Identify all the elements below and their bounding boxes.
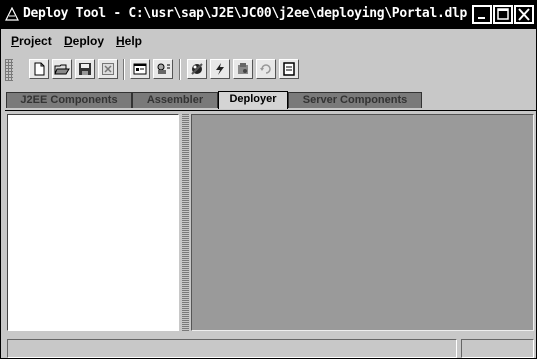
properties-button[interactable] — [130, 59, 150, 79]
menu-bar: Project Deploy Help — [1, 29, 536, 50]
connect-icon — [157, 63, 170, 74]
toolbar-grip[interactable] — [5, 59, 13, 81]
deploy-icon — [191, 63, 203, 75]
toolbar-separator — [179, 59, 181, 80]
lightning-icon — [216, 63, 224, 75]
menu-deploy[interactable]: Deploy — [64, 34, 104, 48]
close-button[interactable] — [514, 5, 534, 24]
tab-strip: J2EE Components Assembler Deployer Serve… — [1, 91, 536, 110]
server-button[interactable] — [233, 59, 253, 79]
menu-project-label: roject — [19, 34, 52, 48]
toolbar — [1, 53, 536, 86]
tab-server-components[interactable]: Server Components — [288, 92, 422, 108]
tab-assembler[interactable]: Assembler — [132, 92, 218, 108]
deploy-tool-window: Deploy Tool - C:\usr\sap\J2E\JC00\j2ee\d… — [0, 0, 537, 359]
refresh-button[interactable] — [256, 59, 276, 79]
close-file-button[interactable] — [98, 59, 118, 79]
minimize-button[interactable] — [472, 5, 492, 24]
properties-icon — [133, 63, 147, 75]
component-tree-pane[interactable] — [7, 114, 179, 331]
menu-project[interactable]: Project — [11, 34, 52, 48]
connect-button[interactable] — [153, 59, 173, 79]
open-button[interactable] — [52, 59, 72, 79]
refresh-icon — [260, 64, 271, 74]
tab-j2ee-components[interactable]: J2EE Components — [6, 92, 132, 108]
close-file-icon — [102, 63, 114, 75]
status-indicator — [461, 339, 534, 358]
new-file-icon — [34, 62, 45, 76]
lightning-button[interactable] — [210, 59, 230, 79]
deploy-button[interactable] — [187, 59, 207, 79]
close-icon — [518, 8, 530, 21]
open-folder-icon — [54, 64, 70, 75]
menu-help-label: elp — [124, 34, 143, 48]
details-pane — [191, 114, 534, 331]
log-icon — [283, 62, 295, 76]
log-button[interactable] — [279, 59, 299, 79]
minimize-icon — [478, 17, 485, 19]
menu-deploy-label: eploy — [72, 34, 105, 48]
menu-deploy-mnemonic: D — [64, 34, 73, 48]
maximize-button[interactable] — [493, 5, 513, 24]
menu-project-mnemonic: P — [11, 34, 20, 48]
window-title: Deploy Tool - C:\usr\sap\J2E\JC00\j2ee\d… — [23, 6, 468, 21]
app-icon — [5, 7, 19, 21]
save-button[interactable] — [75, 59, 95, 79]
deployer-content — [5, 110, 536, 333]
menu-help-mnemonic: H — [116, 34, 125, 48]
save-icon — [79, 63, 91, 75]
status-bar — [1, 335, 536, 358]
maximize-icon — [497, 8, 509, 20]
toolbar-separator — [123, 59, 125, 80]
pane-splitter[interactable] — [182, 114, 189, 331]
tab-deployer[interactable]: Deployer — [218, 91, 288, 109]
menu-help[interactable]: Help — [116, 34, 142, 48]
status-message — [7, 339, 457, 358]
server-icon — [238, 63, 248, 74]
new-button[interactable] — [29, 59, 49, 79]
title-bar[interactable]: Deploy Tool - C:\usr\sap\J2E\JC00\j2ee\d… — [1, 1, 536, 29]
